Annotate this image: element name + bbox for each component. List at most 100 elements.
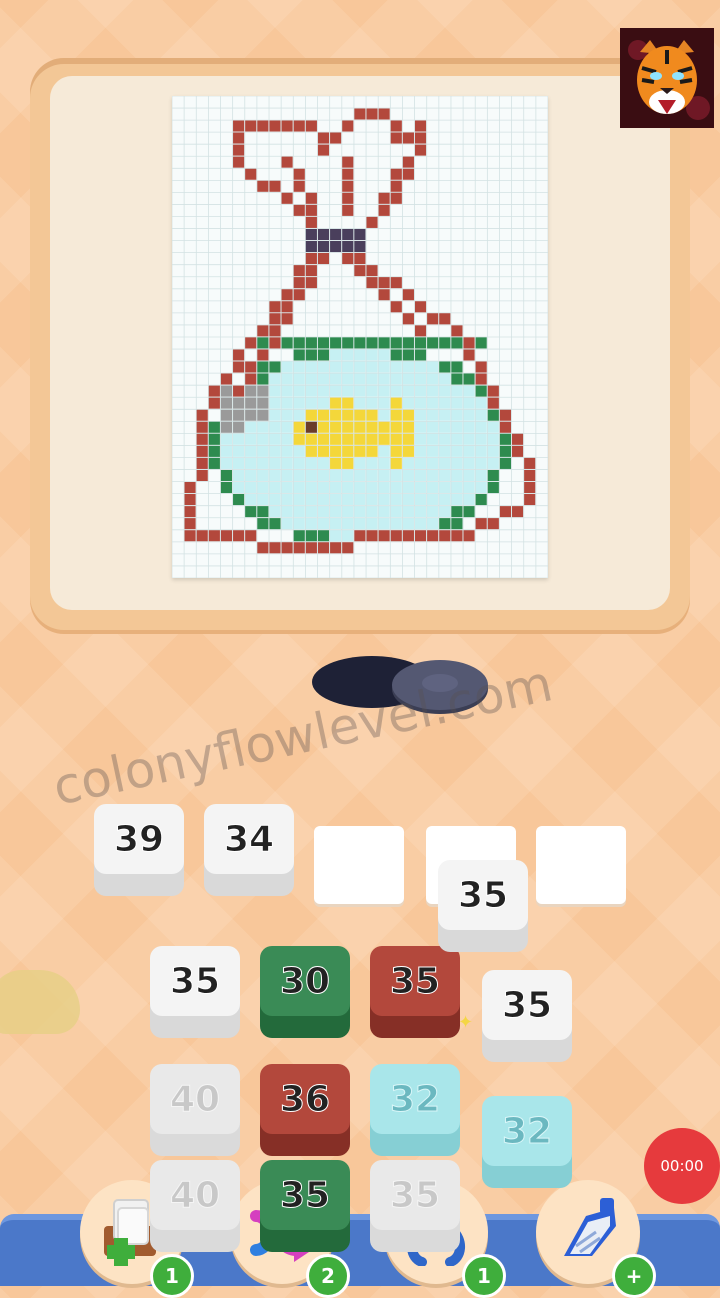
- pixel-cell: [353, 240, 366, 253]
- tiger-avatar[interactable]: [620, 28, 714, 128]
- pixel-cell: [244, 457, 257, 469]
- booster-vacuum[interactable]: +: [536, 1180, 656, 1298]
- pixel-cell: [293, 517, 305, 530]
- pixel-cell: [390, 469, 402, 481]
- pixel-cell: [475, 361, 487, 373]
- pixel-cell: [281, 517, 293, 530]
- pixel-cell: [329, 505, 342, 518]
- pixel-cell: [499, 457, 512, 469]
- pixel-cell: [499, 505, 512, 518]
- pixel-cell: [256, 421, 269, 433]
- pixel-cell: [426, 397, 439, 409]
- pixel-cell: [378, 204, 390, 216]
- pixel-cell: [184, 481, 196, 494]
- tile-number: 39: [94, 804, 184, 874]
- pixel-cell: [463, 445, 475, 457]
- pixel-cell: [256, 469, 269, 481]
- pixel-cell: [232, 120, 245, 132]
- pixel-cell: [414, 529, 427, 542]
- pixel-cell: [244, 337, 257, 349]
- pixel-art-grid: [172, 96, 548, 578]
- number-tile[interactable]: 39: [94, 804, 184, 896]
- pixel-cell: [341, 457, 354, 469]
- pixel-cell: [487, 445, 499, 457]
- pixel-cell: [256, 433, 269, 445]
- pixel-cell: [402, 288, 414, 301]
- number-tile[interactable]: 35: [370, 1160, 460, 1252]
- pixel-cell: [341, 469, 354, 481]
- pixel-cell: [317, 433, 330, 445]
- pixel-cell: [329, 409, 342, 421]
- pixel-cell: [317, 132, 330, 144]
- number-tile[interactable]: 35: [482, 970, 572, 1062]
- tile-number: 35: [438, 860, 528, 930]
- pixel-cell: [305, 409, 317, 421]
- pixel-cell: [463, 433, 475, 445]
- pixel-cell: [329, 469, 342, 481]
- pixel-cell: [353, 397, 366, 409]
- pixel-cell: [220, 481, 233, 494]
- pixel-cell: [317, 481, 330, 494]
- record-timer[interactable]: 00:00: [644, 1128, 720, 1204]
- pixel-cell: [341, 192, 354, 204]
- pixel-cell: [305, 397, 317, 409]
- number-tile[interactable]: 32: [482, 1096, 572, 1188]
- pixel-cell: [341, 397, 354, 409]
- pixel-cell: [256, 457, 269, 469]
- pixel-cell: [293, 421, 305, 433]
- number-tile[interactable]: 40: [150, 1064, 240, 1156]
- pixel-cell: [341, 337, 354, 349]
- pixel-cell: [438, 397, 451, 409]
- number-tile[interactable]: 40: [150, 1160, 240, 1252]
- pixel-cell: [305, 120, 317, 132]
- pixel-cell: [269, 300, 281, 313]
- number-tile[interactable]: 34: [204, 804, 294, 896]
- pixel-cell: [208, 421, 220, 433]
- pixel-cell: [317, 252, 330, 265]
- pixel-cell: [426, 361, 439, 373]
- pixel-cell: [450, 445, 463, 457]
- number-tile[interactable]: 35: [438, 860, 528, 952]
- pixel-cell: [244, 168, 257, 180]
- pixel-cell: [317, 457, 330, 469]
- pixel-cell: [196, 409, 208, 421]
- pixel-cell: [426, 421, 439, 433]
- number-tile[interactable]: 30: [260, 946, 350, 1038]
- pixel-cell: [390, 276, 402, 289]
- pixel-cell: [293, 276, 305, 289]
- booster-count-badge: 1: [462, 1254, 506, 1298]
- number-tile[interactable]: 35: [370, 946, 460, 1038]
- tile-number: 40: [150, 1160, 240, 1230]
- pixel-cell: [317, 445, 330, 457]
- pixel-cell: [366, 337, 378, 349]
- pixel-cell: [305, 204, 317, 216]
- pixel-cell: [426, 312, 439, 325]
- pixel-cell: [232, 469, 245, 481]
- pixel-cell: [402, 469, 414, 481]
- watermark: colonyflowlevel.com: [48, 654, 558, 817]
- pixel-cell: [353, 108, 366, 120]
- pixel-cell: [256, 445, 269, 457]
- pixel-cell: [305, 276, 317, 289]
- pixel-cell: [232, 421, 245, 433]
- pixel-cell: [317, 240, 330, 253]
- pixel-cell: [402, 361, 414, 373]
- pixel-cell: [463, 373, 475, 385]
- pixel-cell: [281, 312, 293, 325]
- number-tile[interactable]: 32: [370, 1064, 460, 1156]
- pixel-cell: [269, 373, 281, 385]
- number-tile[interactable]: 36: [260, 1064, 350, 1156]
- tile-number: 35: [370, 1160, 460, 1230]
- pixel-cell: [402, 493, 414, 506]
- pixel-cell: [305, 337, 317, 349]
- number-tile[interactable]: 35: [260, 1160, 350, 1252]
- pixel-cell: [463, 529, 475, 542]
- number-tile[interactable]: 35: [150, 946, 240, 1038]
- pixel-cell: [184, 505, 196, 518]
- pixel-cell: [269, 312, 281, 325]
- pixel-cell: [281, 385, 293, 397]
- pixel-cell: [378, 505, 390, 518]
- pixel-cell: [293, 204, 305, 216]
- pixel-cell: [378, 337, 390, 349]
- pixel-cell: [341, 228, 354, 240]
